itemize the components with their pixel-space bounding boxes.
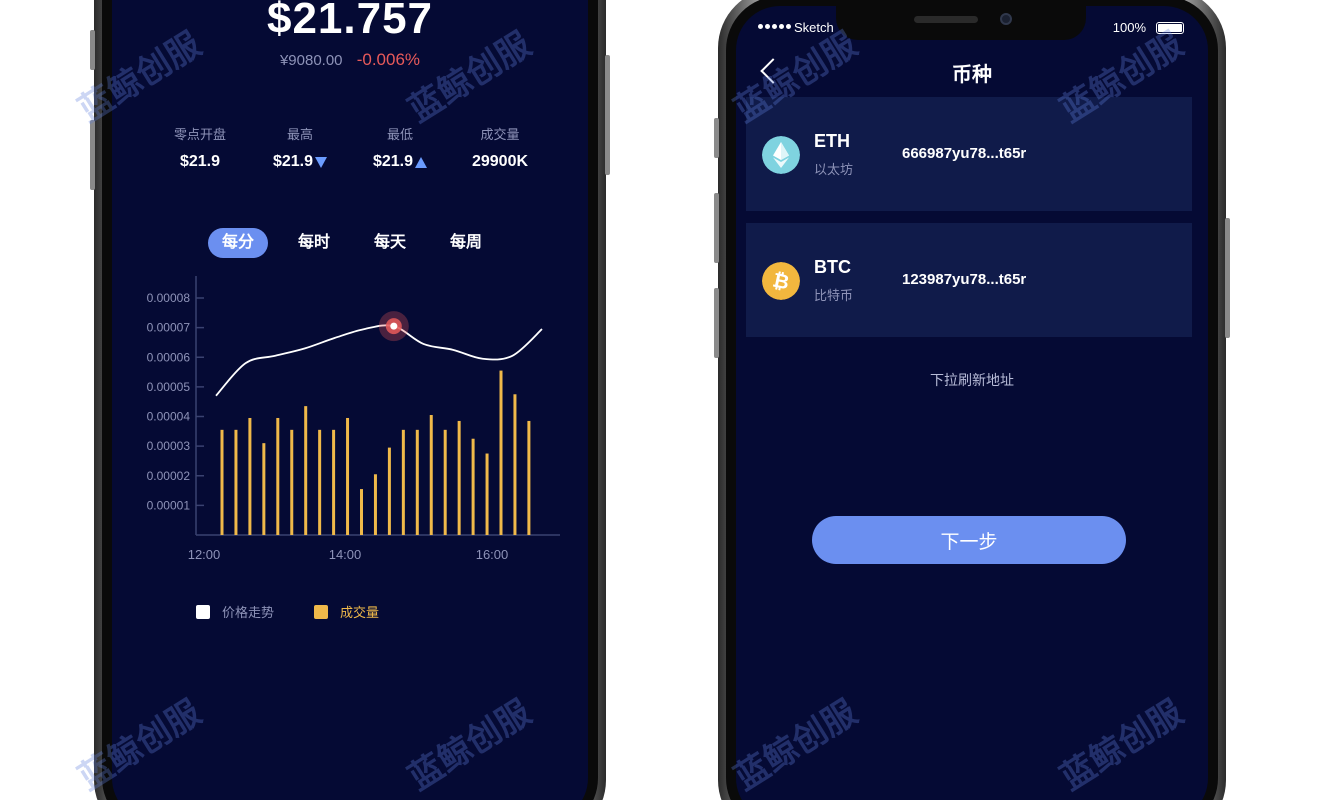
market-screen: $21.757 ¥9080.00 -0.006% 零点开盘 $21.9 最高 $…	[112, 0, 588, 800]
battery-percent: 100%	[1112, 20, 1146, 35]
currency-screen: Sketch 100% 币种 ETH 以太坊 666987yu78...t65r…	[736, 6, 1208, 800]
volume-bar	[290, 429, 294, 535]
x-tick-label: 14:00	[329, 547, 362, 562]
y-tick-label: 0.00006	[147, 350, 191, 364]
volume-bar	[360, 489, 363, 535]
y-tick-label: 0.00008	[147, 291, 191, 305]
coin-address: 123987yu78...t65r	[902, 271, 1027, 288]
legend-price: 价格走势	[196, 602, 274, 621]
volume-bar	[304, 406, 308, 535]
pull-to-refresh-hint: 下拉刷新地址	[930, 372, 1014, 388]
phone-notch	[836, 6, 1086, 40]
nav-bar: 币种	[736, 58, 1208, 98]
volume-bar	[346, 417, 350, 535]
signal-icon	[758, 24, 791, 29]
next-step-button[interactable]: 下一步	[812, 516, 1126, 564]
phone-mute-switch	[714, 118, 719, 158]
battery-icon	[1156, 22, 1184, 34]
carrier-name: Sketch	[794, 20, 834, 35]
left-phone-bezel: $21.757 ¥9080.00 -0.006% 零点开盘 $21.9 最高 $…	[102, 0, 598, 800]
legend-volume: 成交量	[314, 602, 379, 621]
highlight-point	[390, 322, 398, 330]
left-phone-frame: $21.757 ¥9080.00 -0.006% 零点开盘 $21.9 最高 $…	[90, 0, 610, 800]
coin-fullname: 比特币	[814, 288, 854, 303]
bitcoin-icon: ₿	[762, 262, 800, 300]
y-tick-label: 0.00005	[147, 380, 191, 394]
y-tick-label: 0.00004	[147, 410, 191, 424]
y-tick-label: 0.00007	[147, 321, 191, 335]
page-title: 币种	[952, 64, 992, 86]
volume-bar	[262, 443, 266, 535]
volume-bar	[513, 394, 517, 535]
chart-legend: 价格走势 成交量	[196, 602, 379, 621]
phone-volume-button	[90, 120, 95, 190]
coin-item-btc[interactable]: ₿ BTC 比特币 123987yu78...t65r	[746, 223, 1192, 337]
coin-symbol: BTC	[814, 257, 851, 277]
y-tick-label: 0.00003	[147, 439, 191, 453]
legend-price-label: 价格走势	[222, 605, 275, 620]
coin-fullname: 以太坊	[814, 162, 854, 177]
right-phone-frame: Sketch 100% 币种 ETH 以太坊 666987yu78...t65r…	[714, 0, 1230, 800]
volume-bar	[234, 429, 238, 535]
volume-bar	[373, 474, 377, 535]
front-camera	[1000, 13, 1012, 25]
volume-bar	[276, 417, 280, 535]
y-tick-label: 0.00001	[147, 498, 191, 512]
price-line	[215, 324, 543, 397]
legend-price-swatch	[196, 604, 210, 619]
volume-bar	[248, 417, 252, 535]
coin-item-eth[interactable]: ETH 以太坊 666987yu78...t65r	[746, 97, 1192, 211]
price-volume-chart: 0.00008 0.00007 0.00006 0.00005 0.00004 0.000…	[147, 276, 560, 562]
ethereum-icon	[762, 136, 800, 174]
coin-address: 666987yu78...t65r	[902, 145, 1027, 162]
phone-volume-down-button	[714, 288, 719, 358]
volume-bar	[415, 429, 419, 535]
volume-bar	[499, 370, 503, 535]
volume-bar	[429, 415, 433, 535]
legend-volume-label: 成交量	[340, 605, 380, 620]
volume-bar	[457, 420, 461, 535]
phone-power-button	[605, 55, 610, 175]
volume-bar	[485, 453, 489, 535]
speaker-grille	[914, 16, 978, 23]
volume-bar	[387, 447, 391, 535]
right-phone-bezel: Sketch 100% 币种 ETH 以太坊 666987yu78...t65r…	[726, 0, 1218, 800]
volume-bar	[318, 429, 322, 535]
volume-bar	[527, 420, 531, 535]
volume-bar	[443, 429, 447, 535]
x-tick-label: 12:00	[188, 547, 221, 562]
phone-mute-switch	[90, 30, 95, 70]
volume-bar	[401, 429, 405, 535]
volume-bar	[471, 438, 475, 535]
x-tick-label: 16:00	[476, 547, 509, 562]
coin-symbol: ETH	[814, 131, 850, 151]
volume-bar	[220, 429, 224, 535]
volume-bar	[332, 429, 336, 535]
legend-volume-swatch	[314, 604, 329, 619]
phone-volume-up-button	[714, 193, 719, 263]
y-tick-label: 0.00002	[147, 469, 191, 483]
phone-power-button	[1225, 218, 1230, 338]
